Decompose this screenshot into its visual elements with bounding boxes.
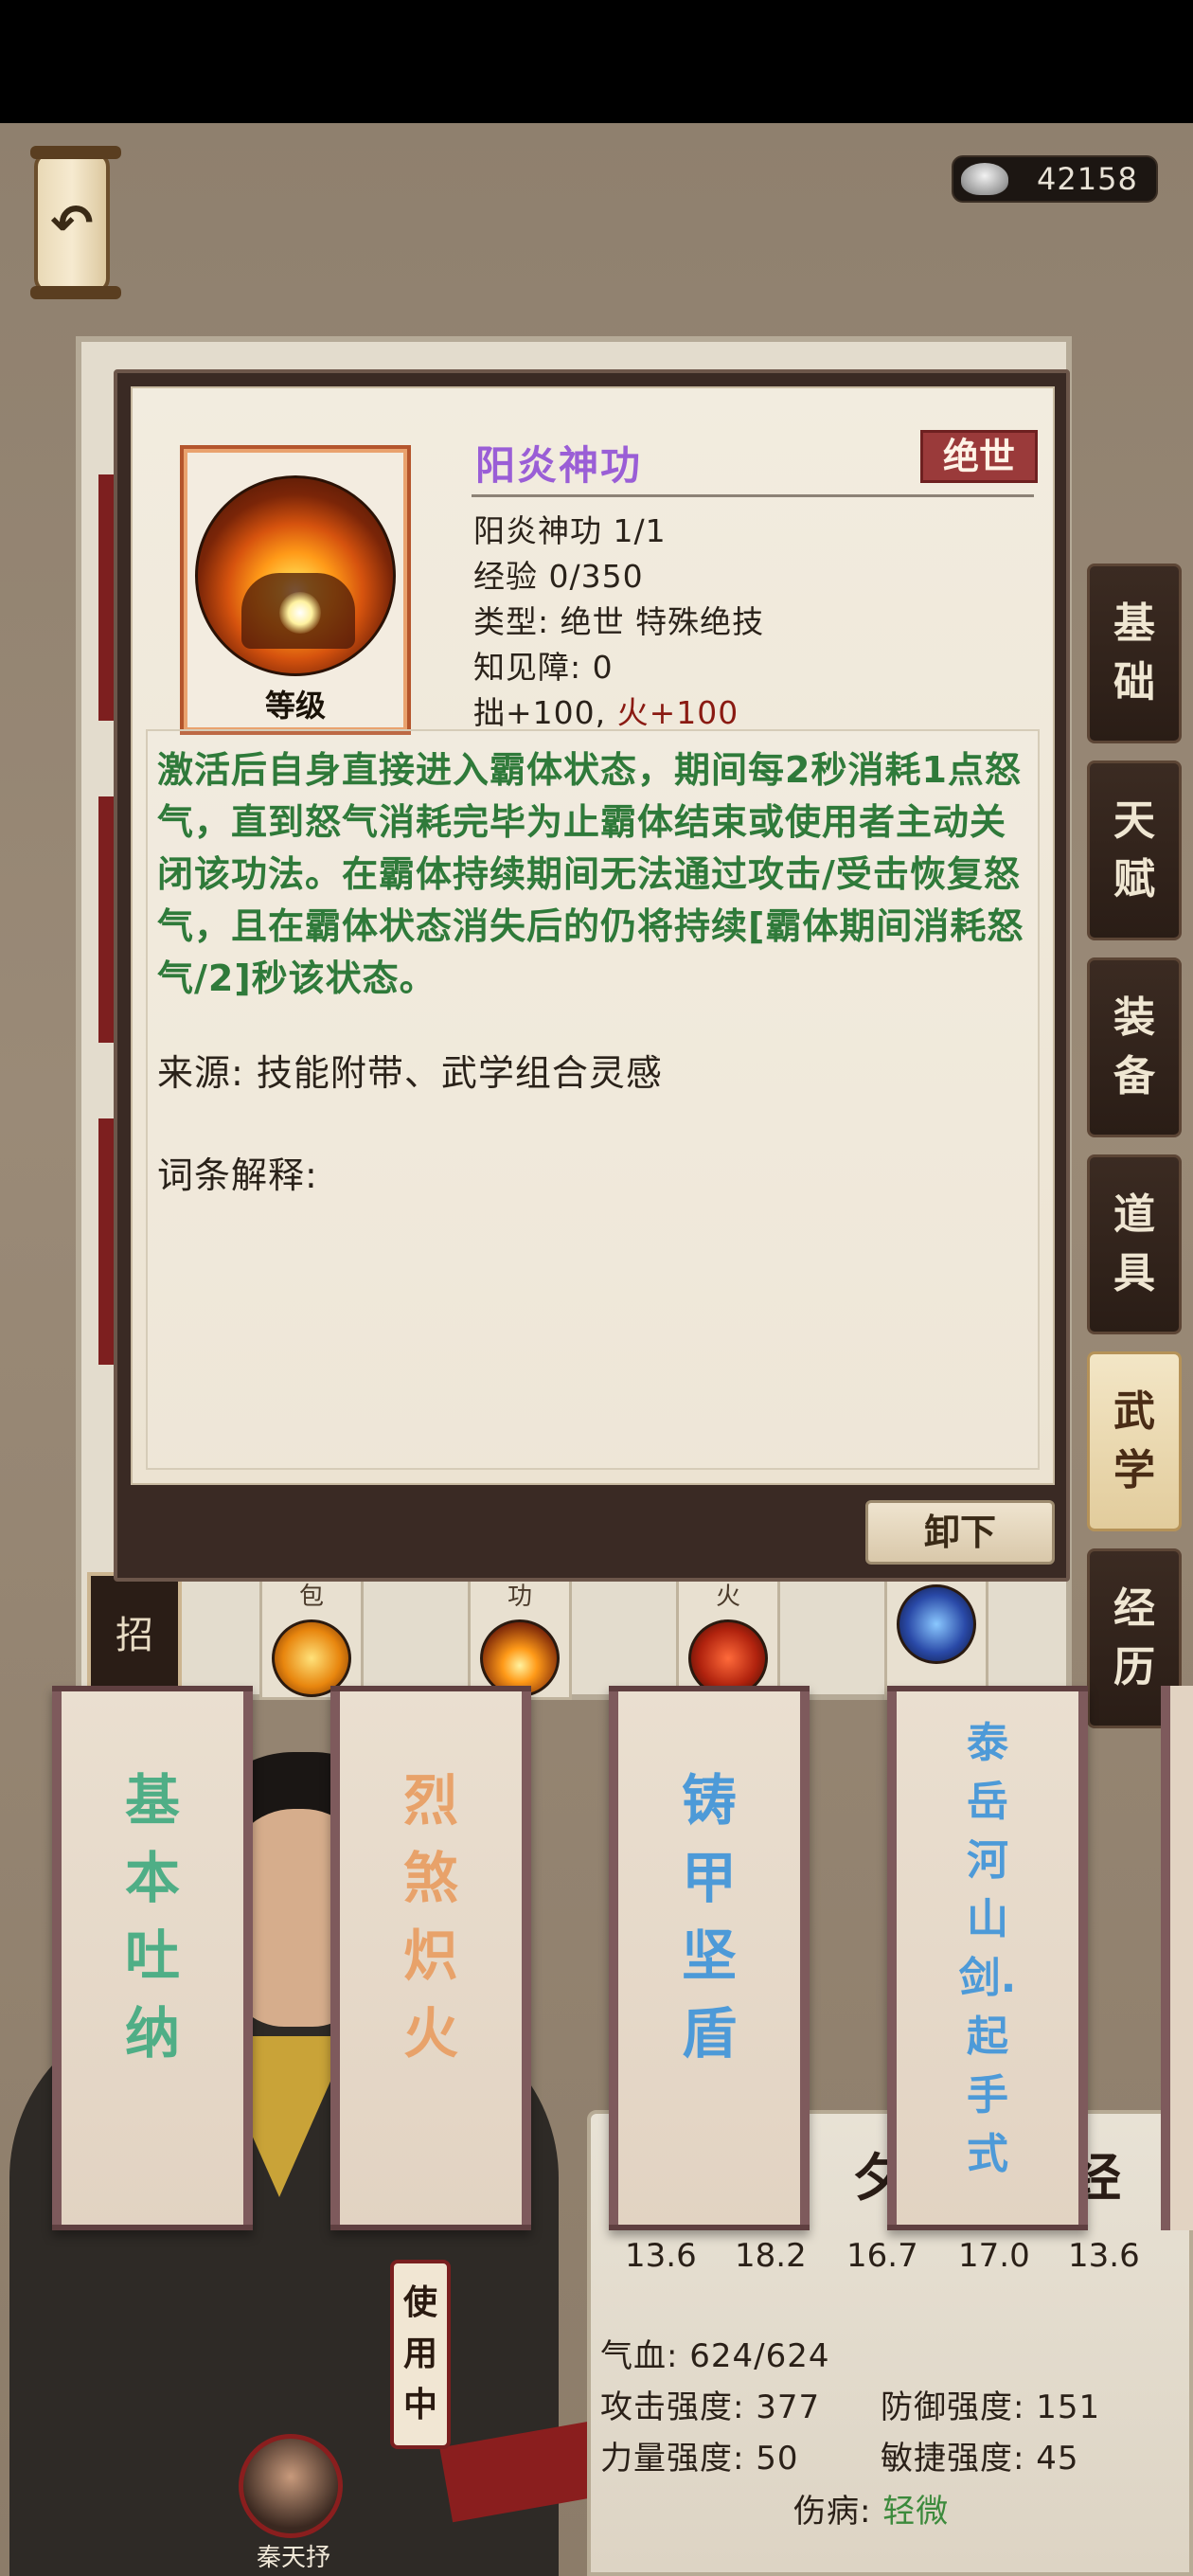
attribute-value: 17.0	[958, 2237, 1030, 2275]
technique-scroll-partial[interactable]	[1161, 1686, 1193, 2230]
attribute-value: 13.6	[625, 2237, 697, 2275]
back-button[interactable]: ↶	[30, 146, 121, 299]
tab-label-char: 历	[1113, 1643, 1155, 1691]
panel-red-strip	[98, 796, 114, 1043]
attack-stat: 攻击强度: 377	[600, 2388, 821, 2426]
injury-stat: 伤病: 轻微	[793, 2485, 949, 2531]
in-use-char: 中	[402, 2386, 437, 2424]
technique-name: 烈煞炽火	[402, 1768, 458, 2066]
strength-stat: 力量强度: 50	[600, 2440, 799, 2478]
skill-description: 激活后自身直接进入霸体状态，期间每2秒消耗1点怒气，直到怒气消耗完毕为止霸体结束…	[157, 749, 1024, 999]
currency-amount: 42158	[1037, 161, 1138, 197]
tab-label-char: 具	[1113, 1249, 1155, 1297]
technique-name: 铸甲坚盾	[681, 1768, 737, 2066]
tab-items[interactable]: 道 具	[1087, 1154, 1182, 1334]
agility-stat: 敏捷强度: 45	[881, 2440, 1079, 2478]
unequip-button[interactable]: 卸下	[865, 1500, 1055, 1565]
skill-bonus: 拙+100, 火+100	[473, 688, 739, 733]
technique-name: 泰岳河山剑. 起手式	[958, 1719, 1017, 2178]
flame-palm-icon	[195, 475, 396, 676]
attribute-value: 13.6	[1068, 2237, 1140, 2275]
technique-name: 基本吐纳	[124, 1768, 180, 2066]
tab-label-char: 赋	[1113, 855, 1155, 903]
skill-level: 阳炎神功 1/1	[473, 512, 667, 549]
bonus-fire: 火+100	[616, 694, 739, 731]
technique-scroll[interactable]: 烈煞炽火	[330, 1686, 531, 2230]
bonus-main: 拙+100,	[473, 694, 617, 731]
tab-martial-arts[interactable]: 武 学	[1087, 1351, 1182, 1531]
skill-detail-popup: 等级 阳炎神功 绝世 阳炎神功 1/1 经验 0/350 类型: 绝世 特殊绝技…	[114, 369, 1070, 1582]
skill-slot[interactable]	[884, 1572, 988, 1700]
technique-scroll[interactable]: 铸甲坚盾	[609, 1686, 810, 2230]
status-bar	[0, 0, 1193, 123]
tab-label-char: 备	[1113, 1052, 1155, 1100]
skill-barrier: 知见障: 0	[473, 649, 614, 686]
silver-ingot-icon	[961, 163, 1008, 195]
skill-slot[interactable]: 功	[468, 1572, 572, 1700]
skill-slot[interactable]: 包	[259, 1572, 364, 1700]
rarity-badge: 绝世	[920, 430, 1038, 483]
skill-orb-icon	[897, 1584, 976, 1664]
tab-equipment[interactable]: 装 备	[1087, 957, 1182, 1137]
injury-value: 轻微	[882, 2493, 950, 2531]
in-use-char: 用	[402, 2334, 437, 2373]
tab-label-char: 经	[1113, 1584, 1155, 1633]
flame-glow	[279, 592, 321, 634]
injury-label: 伤病:	[793, 2493, 883, 2531]
skill-icon-frame: 等级	[180, 445, 411, 735]
slot-label: 功	[507, 1583, 532, 1611]
character-name: 秦天抒	[256, 2544, 330, 2572]
panel-red-strip	[98, 474, 114, 721]
skill-name: 阳炎神功	[475, 442, 643, 489]
tab-label-char: 武	[1113, 1387, 1155, 1436]
tab-label-char: 天	[1113, 796, 1155, 845]
in-use-char: 使	[402, 2283, 437, 2322]
technique-scroll[interactable]: 基本吐纳	[52, 1686, 253, 2230]
hp-stat: 气血: 624/624	[600, 2337, 830, 2375]
defense-stat: 防御强度: 151	[881, 2388, 1101, 2426]
skill-experience: 经验 0/350	[473, 558, 644, 595]
currency-display: 42158	[952, 155, 1158, 203]
skill-detail-card: 等级 阳炎神功 绝世 阳炎神功 1/1 经验 0/350 类型: 绝世 特殊绝技…	[131, 386, 1055, 1485]
tab-talent[interactable]: 天 赋	[1087, 760, 1182, 940]
tab-basic[interactable]: 基 础	[1087, 564, 1182, 743]
slot-label: 火	[715, 1583, 740, 1611]
back-arrow-icon: ↶	[50, 192, 94, 253]
skill-type: 类型: 绝世 特殊绝技	[473, 603, 765, 640]
tab-label-char: 装	[1113, 993, 1155, 1042]
attribute-value: 16.7	[846, 2237, 918, 2275]
tab-label-char: 道	[1113, 1190, 1155, 1239]
technique-scroll[interactable]: 泰岳河山剑. 起手式	[887, 1686, 1088, 2230]
in-use-tag: 使 用 中	[390, 2260, 451, 2449]
term-explanation-label: 词条解释:	[157, 1154, 318, 1196]
skill-icon-caption: 等级	[264, 688, 326, 724]
slot-label: 包	[298, 1583, 324, 1611]
attribute-value: 18.2	[735, 2237, 807, 2275]
panel-red-strip	[98, 1118, 114, 1365]
title-divider	[472, 494, 1034, 497]
character-avatar[interactable]	[239, 2434, 343, 2538]
skill-slot[interactable]: 火	[676, 1572, 780, 1700]
tab-label-char: 基	[1113, 599, 1155, 648]
tab-label-char: 础	[1113, 658, 1155, 707]
tab-label-char: 学	[1113, 1446, 1155, 1494]
skill-source: 来源: 技能附带、武学组合灵感	[157, 1052, 663, 1094]
